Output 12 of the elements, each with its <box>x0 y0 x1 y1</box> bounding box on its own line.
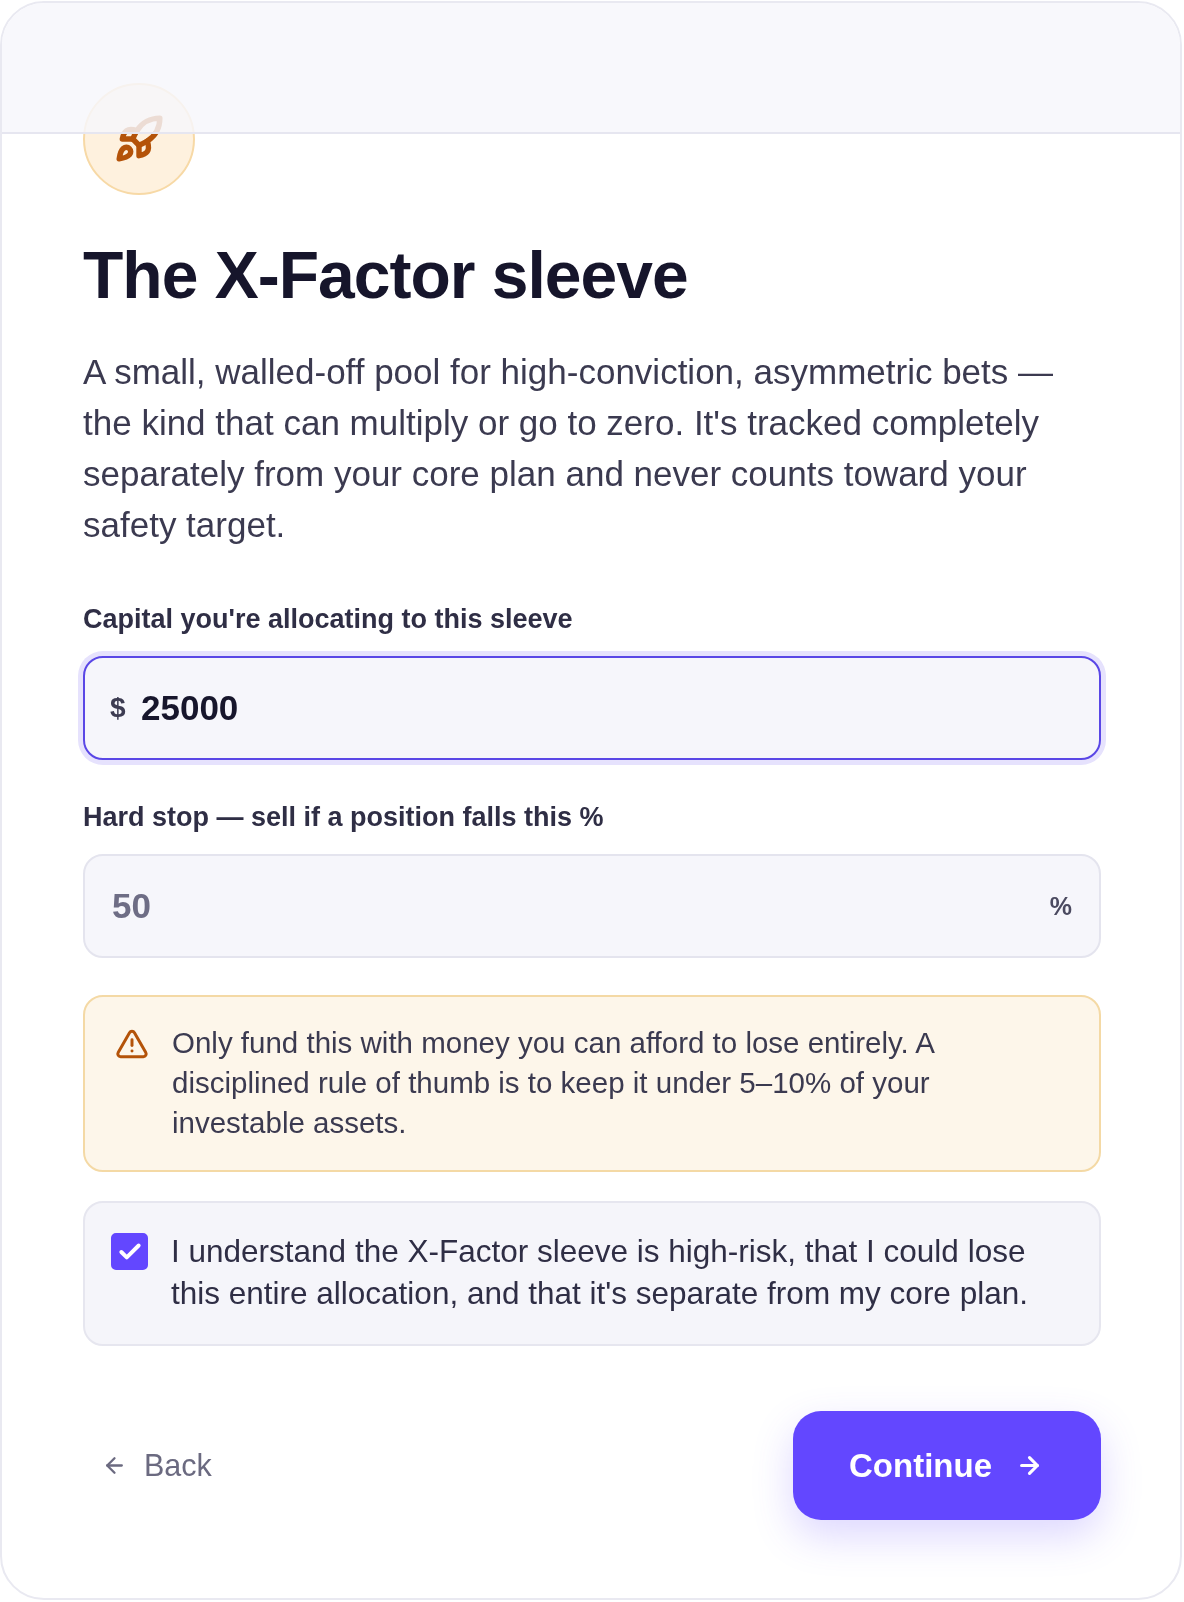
back-button[interactable]: Back <box>83 1438 230 1493</box>
field-label: Hard stop — sell if a position falls this % <box>83 801 604 834</box>
warning-text: Only fund this with money you can afford to lose entirely. A disciplined rule of thumb is to keep it under 5–10% of your investable assets. <box>172 1025 935 1141</box>
description-text: A small, walled-off pool for high-conviction, asymmetric bets — the kind that can multiply or go to zero. It's tracked completely separately from your core plan and never counts toward your safety target. <box>83 351 1055 546</box>
warning-icon <box>115 1027 149 1061</box>
field-label: Capital you're allocating to this sleeve <box>83 603 573 636</box>
page-title: The X-Factor sleeve <box>83 239 689 311</box>
continue-button[interactable]: Continue <box>793 1411 1101 1520</box>
checkbox[interactable] <box>111 1233 148 1270</box>
field-prefix: $ <box>110 694 126 722</box>
field-suffix: % <box>1049 893 1072 919</box>
acknowledgement-text: I understand the X-Factor sleeve is high-risk, that I could lose this entire allocation, and that it's separate from my core plan. <box>171 1232 1029 1313</box>
